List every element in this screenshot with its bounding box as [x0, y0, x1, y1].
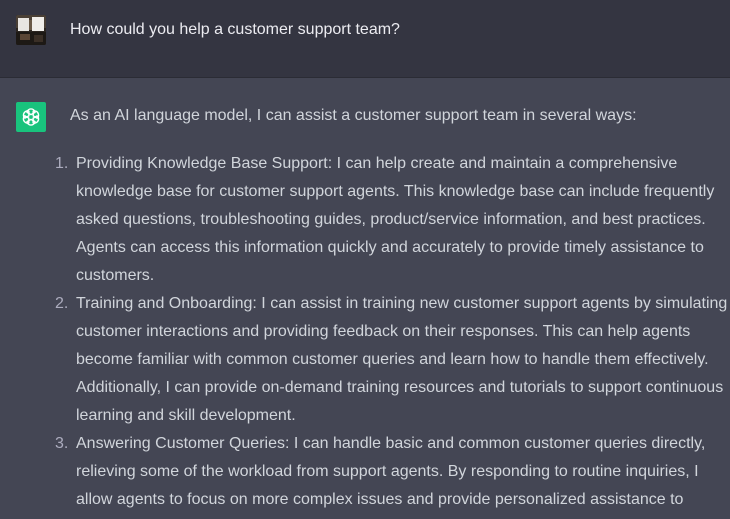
list-item-text: Answering Customer Queries: I can handle… — [76, 435, 706, 508]
openai-logo-icon — [22, 108, 40, 126]
answer-list: 1. Providing Knowledge Base Support: I c… — [0, 150, 730, 514]
list-item-text: Providing Knowledge Base Support: I can … — [76, 155, 715, 284]
list-item-number: 3. — [55, 435, 69, 452]
bot-avatar — [16, 102, 46, 132]
user-message: How could you help a customer support te… — [0, 0, 730, 78]
list-item-text: Training and Onboarding: I can assist in… — [76, 295, 728, 424]
list-item: 1. Providing Knowledge Base Support: I c… — [0, 150, 730, 290]
conversation: How could you help a customer support te… — [0, 0, 730, 519]
user-avatar — [16, 15, 46, 45]
user-message-text: How could you help a customer support te… — [70, 21, 400, 38]
list-item: 2. Training and Onboarding: I can assist… — [0, 290, 730, 430]
list-item: 3. Answering Customer Queries: I can han… — [0, 430, 730, 514]
user-avatar-photo-icon — [16, 15, 46, 45]
list-item-number: 2. — [55, 295, 69, 312]
assistant-intro: As an AI language model, I can assist a … — [70, 107, 637, 124]
list-item-number: 1. — [55, 155, 69, 172]
assistant-message: As an AI language model, I can assist a … — [0, 78, 730, 519]
